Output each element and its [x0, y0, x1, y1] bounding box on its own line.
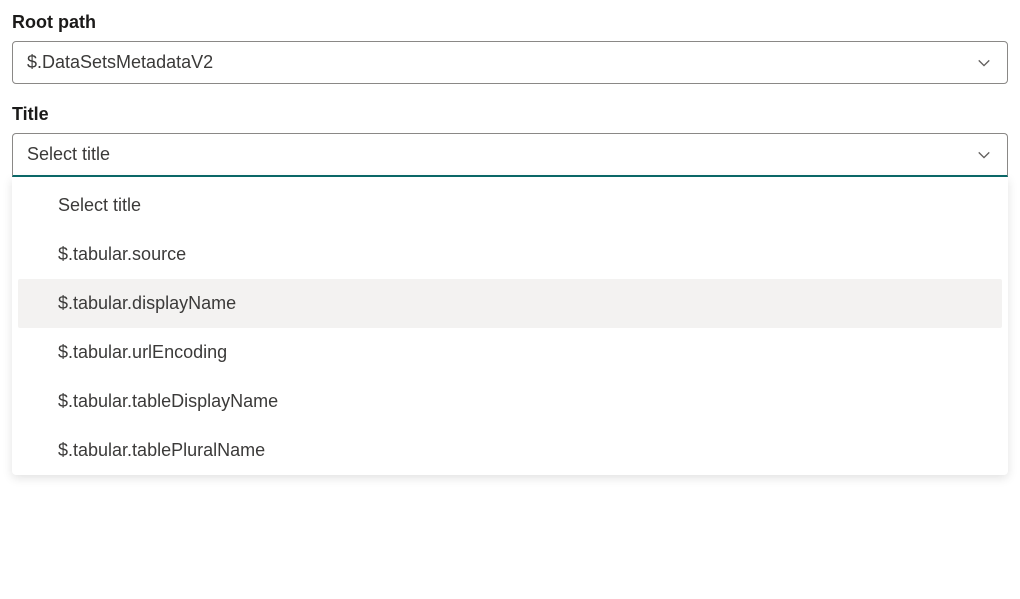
chevron-down-icon	[975, 146, 993, 164]
title-option[interactable]: $.tabular.source	[18, 230, 1002, 279]
title-option[interactable]: $.tabular.displayName	[18, 279, 1002, 328]
title-option[interactable]: $.tabular.urlEncoding	[18, 328, 1002, 377]
title-field: Title Select title Select title$.tabular…	[12, 104, 1008, 177]
chevron-down-icon	[975, 54, 993, 72]
title-option[interactable]: $.tabular.tableDisplayName	[18, 377, 1002, 426]
title-select[interactable]: Select title	[12, 133, 1008, 177]
root-path-value: $.DataSetsMetadataV2	[27, 52, 975, 73]
title-dropdown-container: Select title Select title$.tabular.sourc…	[12, 133, 1008, 177]
title-value: Select title	[27, 144, 975, 165]
root-path-field: Root path $.DataSetsMetadataV2	[12, 12, 1008, 84]
title-dropdown-panel[interactable]: Select title$.tabular.source$.tabular.di…	[12, 177, 1008, 475]
root-path-select[interactable]: $.DataSetsMetadataV2	[12, 41, 1008, 84]
title-option[interactable]: Select title	[18, 181, 1002, 230]
title-label: Title	[12, 104, 1008, 125]
title-option[interactable]: $.tabular.tablePluralName	[18, 426, 1002, 475]
root-path-label: Root path	[12, 12, 1008, 33]
